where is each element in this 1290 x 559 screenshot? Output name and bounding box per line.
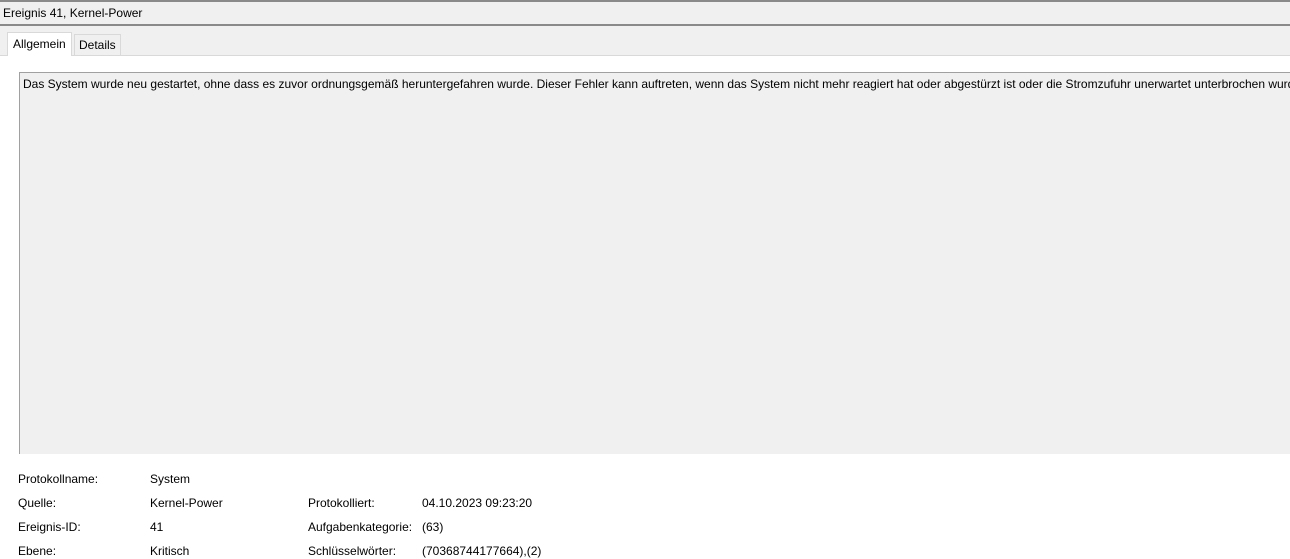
log-name-label: Protokollname: — [18, 472, 99, 486]
event-id-value: 41 — [150, 520, 164, 534]
tab-details[interactable]: Details — [74, 34, 121, 56]
task-category-value: (63) — [422, 520, 444, 534]
tab-strip: Allgemein Details — [0, 26, 1290, 56]
keywords-value: (70368744177664),(2) — [422, 544, 542, 558]
event-id-label: Ereignis-ID: — [18, 520, 81, 534]
tab-allgemein[interactable]: Allgemein — [7, 32, 72, 56]
keywords-label: Schlüsselwörter: — [308, 544, 397, 558]
task-category-label: Aufgabenkategorie: — [308, 520, 413, 534]
event-description-box[interactable]: Das System wurde neu gestartet, ohne das… — [19, 72, 1290, 454]
logged-value: 04.10.2023 09:23:20 — [422, 496, 533, 510]
event-properties-window: Ereignis 41, Kernel-Power Allgemein Deta… — [0, 0, 1290, 559]
general-tab-panel: Das System wurde neu gestartet, ohne das… — [0, 55, 1290, 559]
window-title: Ereignis 41, Kernel-Power — [3, 6, 143, 20]
source-value: Kernel-Power — [150, 496, 223, 510]
logged-label: Protokolliert: — [308, 496, 375, 510]
log-name-value: System — [150, 472, 191, 486]
source-label: Quelle: — [18, 496, 57, 510]
level-label: Ebene: — [18, 544, 57, 558]
title-bar: Ereignis 41, Kernel-Power — [0, 0, 1290, 26]
level-value: Kritisch — [150, 544, 190, 558]
event-description-text: Das System wurde neu gestartet, ohne das… — [23, 77, 1290, 91]
